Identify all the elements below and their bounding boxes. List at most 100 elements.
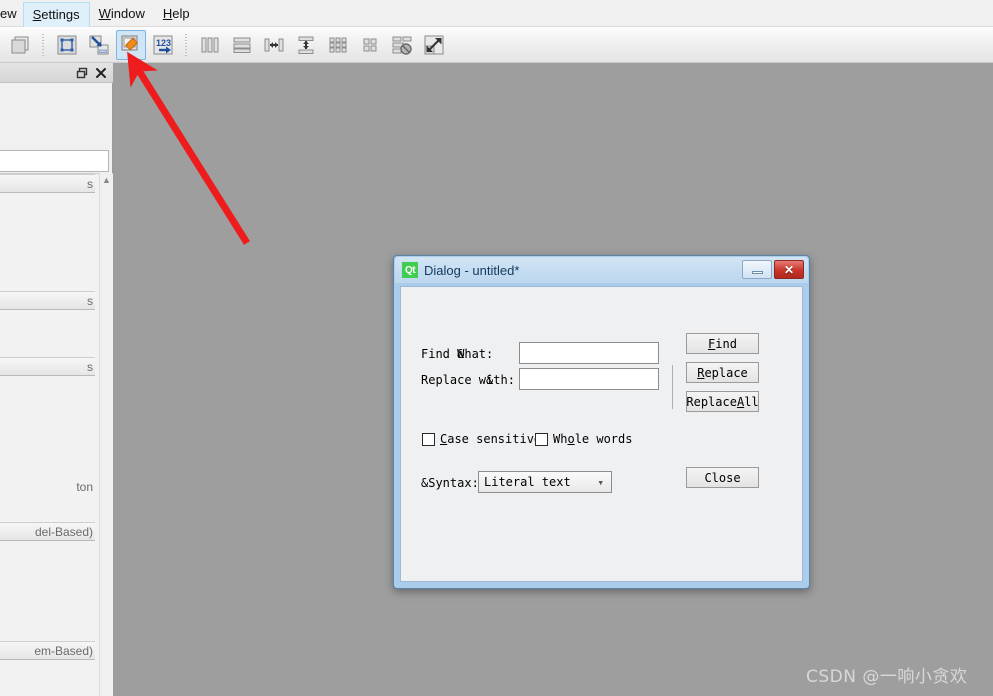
replace-all-button[interactable]: Replace All [686, 391, 759, 412]
replace-with-label: Replace w & ith: [421, 373, 515, 387]
find-button-mnemonic: F [708, 336, 716, 351]
find-button-label: ind [715, 336, 737, 351]
layout-vertical-icon [233, 37, 251, 53]
menu-item-view[interactable]: ew [0, 3, 23, 25]
layout-horizontally-button[interactable] [195, 30, 225, 60]
close-icon: ✕ [783, 262, 795, 277]
widget-box-category-item-views[interactable]: del-Based) [0, 522, 95, 541]
widget-box-category-buttons[interactable]: s [0, 357, 95, 376]
close-dialog-button[interactable]: Close [686, 467, 759, 488]
menu-item-view-label: ew [0, 6, 17, 21]
scroll-up-icon[interactable]: ▲ [100, 173, 113, 187]
menu-item-help[interactable]: Help [154, 3, 199, 25]
syntax-combobox[interactable]: Literal text ▾ [478, 471, 612, 493]
dock-float-button[interactable] [74, 65, 90, 81]
menu-item-help-label: elp [172, 6, 190, 21]
menu-item-settings-label: ettings [41, 6, 80, 22]
close-icon [96, 67, 106, 78]
dialog-window-buttons: ✕ [742, 260, 804, 279]
checkbox-box [535, 432, 548, 446]
restore-icon [76, 67, 88, 78]
edit-tab-order-button[interactable]: 123 [148, 30, 178, 60]
dock-titlebar [0, 63, 113, 83]
dialog-body: Find & What: Replace w & ith: Find Replace … [400, 286, 803, 582]
widget-box-category-layouts[interactable]: s [0, 174, 95, 193]
replace-button[interactable]: Replace [686, 362, 759, 383]
syntax-combobox-value: Literal text [484, 475, 571, 489]
replace-button-mnemonic: R [697, 365, 705, 380]
widget-box-filter-input[interactable] [0, 150, 109, 172]
layout-vertically-button[interactable] [227, 30, 257, 60]
edit-buddies-button[interactable] [116, 29, 146, 60]
edit-widgets-button[interactable] [52, 30, 82, 60]
menu-item-settings-mnemonic: S [32, 6, 42, 22]
adjust-size-button[interactable] [419, 30, 449, 60]
grid-layout-icon [329, 37, 347, 52]
edit-widgets-icon [57, 35, 77, 54]
menu-item-window-mnemonic: W [98, 6, 111, 21]
list-item-label: ton [76, 480, 93, 494]
widget-box-category-spacers[interactable]: s [0, 291, 95, 310]
minimize-icon [751, 271, 763, 274]
layout-horizontal-icon [201, 37, 219, 52]
find-what-label-prefix: Find [421, 347, 458, 361]
whole-words-checkbox[interactable]: Whole words [535, 432, 632, 446]
close-dialog-button-label: Close [704, 470, 741, 485]
find-replace-dialog[interactable]: Qt Dialog - untitled* ✕ Find & What: Repl… [393, 255, 810, 589]
menu-item-window[interactable]: Window [90, 3, 154, 25]
replace-with-label-ampersand: & [486, 373, 494, 387]
dialog-titlebar[interactable]: Qt Dialog - untitled* ✕ [395, 257, 808, 283]
dialog-minimize-button[interactable] [742, 260, 772, 279]
category-label: s [87, 360, 93, 374]
chevron-down-icon: ▾ [597, 476, 604, 489]
checkbox-box [422, 432, 435, 446]
widget-box-category-item-widgets[interactable]: em-Based) [0, 641, 95, 660]
edit-buddies-icon [121, 35, 139, 51]
form-layout-icon [363, 38, 377, 51]
syntax-label: &Syntax: [421, 476, 479, 490]
layout-in-splitter-horizontal-button[interactable] [259, 30, 289, 60]
category-label: em-Based) [34, 644, 93, 658]
toolbar-grip-1[interactable] [40, 33, 47, 56]
edit-signals-slots-button[interactable] [84, 30, 114, 60]
adjust-size-icon [424, 35, 444, 54]
layout-in-grid-button[interactable] [323, 30, 353, 60]
break-layout-icon [392, 36, 412, 55]
find-what-input[interactable] [519, 342, 659, 364]
edit-signals-slots-icon [89, 35, 109, 54]
find-button[interactable]: Find [686, 333, 759, 354]
svg-text:123: 123 [156, 38, 171, 48]
menu-item-window-label: indow [110, 6, 145, 21]
widget-box-scrollbar[interactable]: ▲ [99, 173, 112, 696]
toolbar-grip-2[interactable] [183, 33, 190, 56]
toolbar: 123 [0, 27, 993, 63]
break-layout-button[interactable] [387, 30, 417, 60]
case-sensitive-label: ase sensitive [447, 432, 542, 446]
menu-item-settings[interactable]: Settings [22, 1, 90, 27]
replace-with-input[interactable] [519, 368, 659, 390]
menubar: ew Settings Window Help [0, 0, 993, 27]
replace-button-label: eplace [704, 365, 748, 380]
app-root: ew Settings Window Help 123 s s s ton de… [0, 0, 993, 696]
new-form-icon [11, 36, 29, 53]
widget-box-list[interactable]: s s s ton del-Based) em-Based) ers [0, 173, 113, 696]
find-what-label: Find & What: [421, 347, 493, 361]
replace-all-button-label: ll [744, 394, 759, 409]
dock-close-button[interactable] [93, 65, 109, 81]
new-form-button[interactable] [5, 30, 35, 60]
widget-box-item-push-button[interactable]: ton [0, 478, 95, 496]
qt-logo-icon: Qt [402, 262, 418, 278]
widget-box-dock: s s s ton del-Based) em-Based) ers ▲ [0, 63, 113, 696]
whole-words-mnemonic: o [567, 432, 575, 446]
layout-in-form-button[interactable] [355, 30, 385, 60]
splitter-horizontal-icon [264, 38, 284, 51]
category-label: s [87, 177, 93, 191]
case-sensitive-checkbox[interactable]: Case sensitive [422, 432, 541, 446]
layout-in-splitter-vertical-button[interactable] [291, 30, 321, 60]
replace-with-label-prefix: Replace w [421, 373, 487, 387]
syntax-label-text: Syntax: [428, 476, 479, 490]
dialog-close-button[interactable]: ✕ [774, 260, 804, 279]
find-what-label-ampersand: & [457, 347, 465, 361]
dialog-separator [672, 365, 673, 409]
menu-item-help-mnemonic: H [162, 6, 173, 21]
